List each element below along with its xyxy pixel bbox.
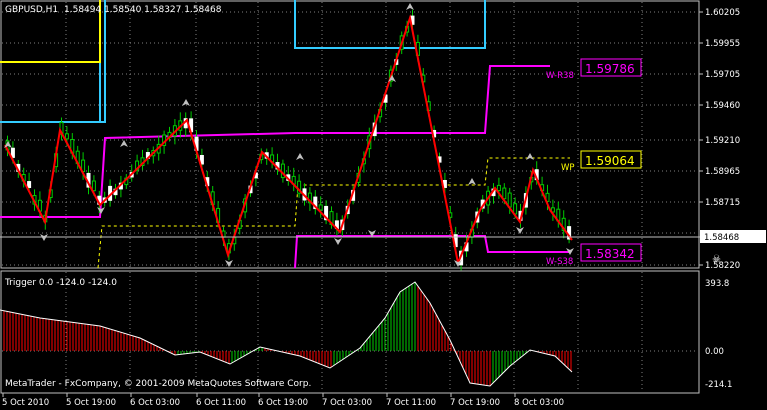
level-box-r38: W-R38 1.59786 [546, 58, 642, 81]
level-r38-value: 1.59786 [585, 62, 635, 76]
copyright-text: MetaTrader - FxCompany, © 2001-2009 Meta… [5, 379, 311, 389]
candle-body [27, 181, 32, 188]
chart-window[interactable]: 1.58468 ☠ W-R38 1.59786 WP 1.59064 W-S38… [0, 0, 767, 410]
time-axis: 5 Oct 2010 5 Oct 19:00 6 Oct 03:00 6 Oct 11… [2, 393, 564, 408]
fractal-up-arrow-icon [406, 3, 414, 10]
candle-body [318, 204, 323, 211]
trigger-histogram [3, 282, 572, 386]
trigger-line [0, 281, 573, 387]
time-tick-label: 7 Oct 03:00 [322, 398, 372, 408]
fractal-arrows [4, 3, 574, 267]
current-price-label: 1.58468 [704, 233, 739, 243]
price-tick-label: 1.58715 [705, 198, 740, 208]
fractal-up-arrow-icon [120, 140, 128, 147]
level-box-s38: W-S38 1.58342 [546, 243, 642, 267]
magenta-channel-band [0, 65, 570, 269]
candle-body [64, 133, 69, 140]
level-s38-label: W-S38 [546, 257, 573, 267]
time-tick-label: 5 Oct 2010 [2, 398, 49, 408]
price-tick-label: 1.59705 [705, 70, 740, 80]
price-tick-label: 1.59460 [705, 101, 740, 111]
time-tick-label: 7 Oct 11:00 [386, 398, 436, 408]
fractal-up-arrow-icon [468, 178, 476, 185]
price-tick-label: 1.59955 [705, 39, 740, 49]
time-tick-label: 7 Oct 19:00 [450, 398, 500, 408]
candle-body [91, 180, 96, 192]
chart-symbol-label: GBPUSD,H1 [5, 5, 58, 15]
indicator-axis-max: 393.8 [705, 279, 729, 289]
fractal-down-arrow-icon [225, 260, 233, 267]
level-r38-label: W-R38 [546, 71, 574, 81]
time-tick-label: 8 Oct 03:00 [514, 398, 564, 408]
chart-ohlc-label: 1.58494 1.58540 1.58327 1.58468 [64, 5, 222, 15]
time-tick-label: 6 Oct 03:00 [130, 398, 180, 408]
level-box-wp: WP 1.59064 [561, 150, 642, 173]
indicator-axis-min: -214.1 [705, 380, 732, 390]
fractal-down-arrow-icon [334, 238, 342, 245]
time-tick-label: 6 Oct 19:00 [258, 398, 308, 408]
price-tick-label: 1.58965 [705, 167, 740, 177]
price-tick-label: 1.59210 [705, 136, 740, 146]
level-s38-value: 1.58342 [585, 247, 635, 261]
candle-body [502, 187, 507, 200]
candle-body [496, 184, 501, 192]
fractal-up-arrow-icon [526, 153, 534, 160]
time-tick-label: 5 Oct 19:00 [66, 398, 116, 408]
price-tick-label: 1.60205 [705, 8, 740, 18]
indicator-axis-zero: 0.00 [705, 347, 724, 357]
fractal-up-arrow-icon [296, 153, 304, 160]
indicator-title: Trigger 0.0 -124.0 -124.0 [4, 278, 117, 288]
time-tick-label: 6 Oct 11:00 [196, 398, 246, 408]
level-wp-value: 1.59064 [585, 154, 635, 168]
level-wp-label: WP [561, 163, 575, 173]
price-tick-label: 1.58220 [705, 261, 740, 271]
chart-canvas[interactable]: 1.58468 ☠ W-R38 1.59786 WP 1.59064 W-S38… [0, 0, 767, 410]
